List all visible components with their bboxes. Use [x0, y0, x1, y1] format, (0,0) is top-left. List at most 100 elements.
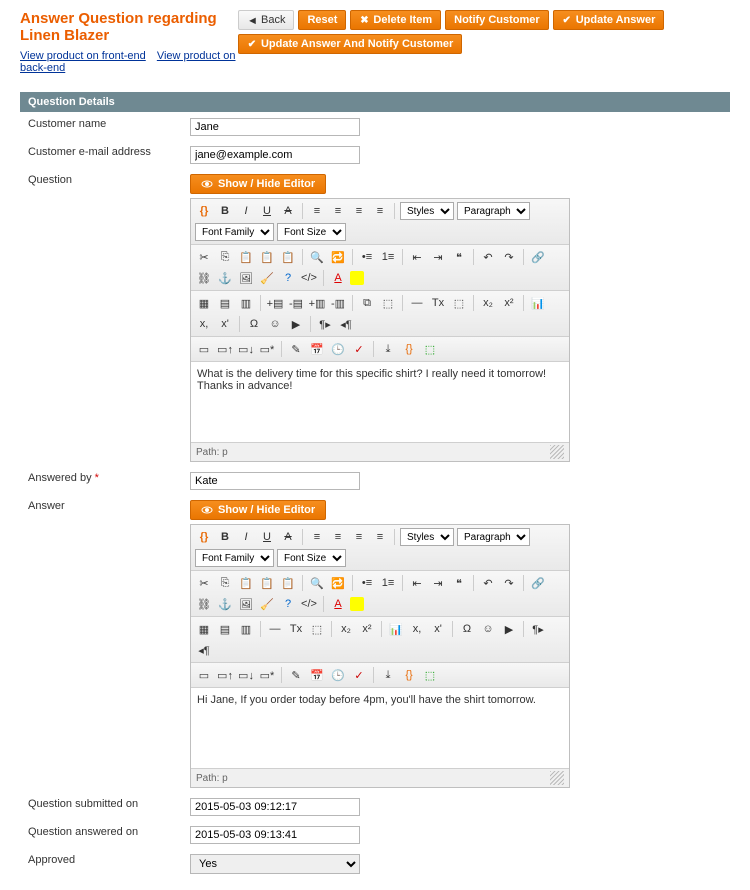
find-icon[interactable]: 🔍 [308, 574, 326, 592]
styles-dropdown[interactable]: Styles [400, 528, 454, 546]
layer-back-icon[interactable]: ▭↓ [237, 340, 255, 358]
outdent-icon[interactable]: ⇤ [408, 574, 426, 592]
date-icon[interactable]: 📅 [308, 340, 326, 358]
show-hide-editor-question[interactable]: Show / Hide Editor [190, 174, 326, 194]
clean-icon[interactable]: 🧹 [258, 269, 276, 287]
image-icon[interactable]: 🖼 [237, 269, 255, 287]
paste-text-icon[interactable]: 📋 [258, 248, 276, 266]
visualaid-icon[interactable]: ⬚ [450, 294, 468, 312]
pagebreak-icon[interactable]: ⤓ [379, 666, 397, 684]
answer-editor-body[interactable]: Hi Jane, If you order today before 4pm, … [191, 688, 569, 768]
redo-icon[interactable]: ↷ [500, 574, 518, 592]
deleterow-icon[interactable]: -▤ [287, 294, 305, 312]
align-left-icon[interactable]: ≡ [308, 528, 326, 546]
split-icon[interactable]: ⬚ [379, 294, 397, 312]
replace-icon[interactable]: 🔁 [329, 574, 347, 592]
paragraph-dropdown[interactable]: Paragraph [457, 528, 530, 546]
paragraph-dropdown[interactable]: Paragraph [457, 202, 530, 220]
layer-icon[interactable]: ▭ [195, 340, 213, 358]
table-icon[interactable]: ▦ [195, 294, 213, 312]
sup-icon[interactable]: x² [358, 620, 376, 638]
strike-icon[interactable]: A [279, 202, 297, 220]
source-icon[interactable]: {} [195, 202, 213, 220]
emoji-icon[interactable]: ☺ [479, 620, 497, 638]
sup-icon[interactable]: x² [500, 294, 518, 312]
textcolor-icon[interactable]: A [329, 269, 347, 287]
sub-icon[interactable]: x₂ [337, 620, 355, 638]
submitted-on-input[interactable] [190, 798, 360, 816]
image-icon[interactable]: 🖼 [237, 595, 255, 613]
align-left-icon[interactable]: ≡ [308, 202, 326, 220]
variable-icon[interactable]: ⬚ [421, 340, 439, 358]
link-icon[interactable]: 🔗 [529, 248, 547, 266]
font-size-dropdown[interactable]: Font Size [277, 549, 346, 567]
replace-icon[interactable]: 🔁 [329, 248, 347, 266]
media-icon[interactable]: ▶ [287, 315, 305, 333]
layer-back-icon[interactable]: ▭↓ [237, 666, 255, 684]
clean-icon[interactable]: 🧹 [258, 595, 276, 613]
code-icon[interactable]: </> [300, 595, 318, 613]
paste-word-icon[interactable]: 📋 [279, 248, 297, 266]
bullet-list-icon[interactable]: •≡ [358, 248, 376, 266]
align-justify-icon[interactable]: ≡ [371, 202, 389, 220]
textcolor-icon[interactable]: A [329, 595, 347, 613]
answered-on-input[interactable] [190, 826, 360, 844]
redo-icon[interactable]: ↷ [500, 248, 518, 266]
outdent-icon[interactable]: ⇤ [408, 248, 426, 266]
bgcolor-icon[interactable] [350, 597, 364, 611]
bgcolor-icon[interactable] [350, 271, 364, 285]
date-icon[interactable]: 📅 [308, 666, 326, 684]
indent-icon[interactable]: ⇥ [429, 248, 447, 266]
update-button[interactable]: ✔Update Answer [553, 10, 665, 30]
remove-format-icon[interactable]: Tx [287, 620, 305, 638]
notify-button[interactable]: Notify Customer [445, 10, 549, 30]
chart-icon[interactable]: 📊 [387, 620, 405, 638]
paste-text-icon[interactable]: 📋 [258, 574, 276, 592]
deletecol-icon[interactable]: -▥ [329, 294, 347, 312]
remove-format-icon[interactable]: Tx [429, 294, 447, 312]
hr-icon[interactable]: — [266, 620, 284, 638]
approved-select[interactable]: Yes [190, 854, 360, 874]
resize-handle[interactable] [550, 771, 564, 785]
hr-icon[interactable]: — [408, 294, 426, 312]
variable-icon[interactable]: ⬚ [421, 666, 439, 684]
blockquote-icon[interactable]: ❝ [450, 248, 468, 266]
ltr-icon[interactable]: ¶▸ [529, 620, 547, 638]
font-family-dropdown[interactable]: Font Family [195, 223, 274, 241]
layer-abs-icon[interactable]: ▭* [258, 340, 276, 358]
update-notify-button[interactable]: ✔Update Answer And Notify Customer [238, 34, 462, 54]
strike-icon[interactable]: A [279, 528, 297, 546]
reset-button[interactable]: Reset [298, 10, 346, 30]
merge-icon[interactable]: ⧉ [358, 294, 376, 312]
anchor-icon[interactable]: ⚓ [216, 595, 234, 613]
widget-icon[interactable]: {} [400, 340, 418, 358]
time-icon[interactable]: 🕒 [329, 666, 347, 684]
undo-icon[interactable]: ↶ [479, 248, 497, 266]
indent-icon[interactable]: ⇥ [429, 574, 447, 592]
styles-dropdown[interactable]: Styles [400, 202, 454, 220]
cut-icon[interactable]: ✂ [195, 574, 213, 592]
help-icon[interactable]: ? [279, 269, 297, 287]
unlink-icon[interactable]: ⛓ [195, 595, 213, 613]
omega-icon[interactable]: Ω [245, 315, 263, 333]
bold-icon[interactable]: B [216, 202, 234, 220]
spell-icon[interactable]: ✓ [350, 340, 368, 358]
font-family-dropdown[interactable]: Font Family [195, 549, 274, 567]
question-editor-body[interactable]: What is the delivery time for this speci… [191, 362, 569, 442]
layer-abs-icon[interactable]: ▭* [258, 666, 276, 684]
attr-icon[interactable]: ✎ [287, 666, 305, 684]
align-center-icon[interactable]: ≡ [329, 528, 347, 546]
undo-icon[interactable]: ↶ [479, 574, 497, 592]
number-list-icon[interactable]: 1≡ [379, 248, 397, 266]
underline-icon[interactable]: U [258, 528, 276, 546]
find-icon[interactable]: 🔍 [308, 248, 326, 266]
media-icon[interactable]: ▶ [500, 620, 518, 638]
tablerow-icon[interactable]: ▤ [216, 620, 234, 638]
bold-icon[interactable]: B [216, 528, 234, 546]
align-right-icon[interactable]: ≡ [350, 528, 368, 546]
code-icon[interactable]: </> [300, 269, 318, 287]
paste-icon[interactable]: 📋 [237, 574, 255, 592]
resize-handle[interactable] [550, 445, 564, 459]
tablecol-icon[interactable]: ▥ [237, 294, 255, 312]
layer-icon[interactable]: ▭ [195, 666, 213, 684]
